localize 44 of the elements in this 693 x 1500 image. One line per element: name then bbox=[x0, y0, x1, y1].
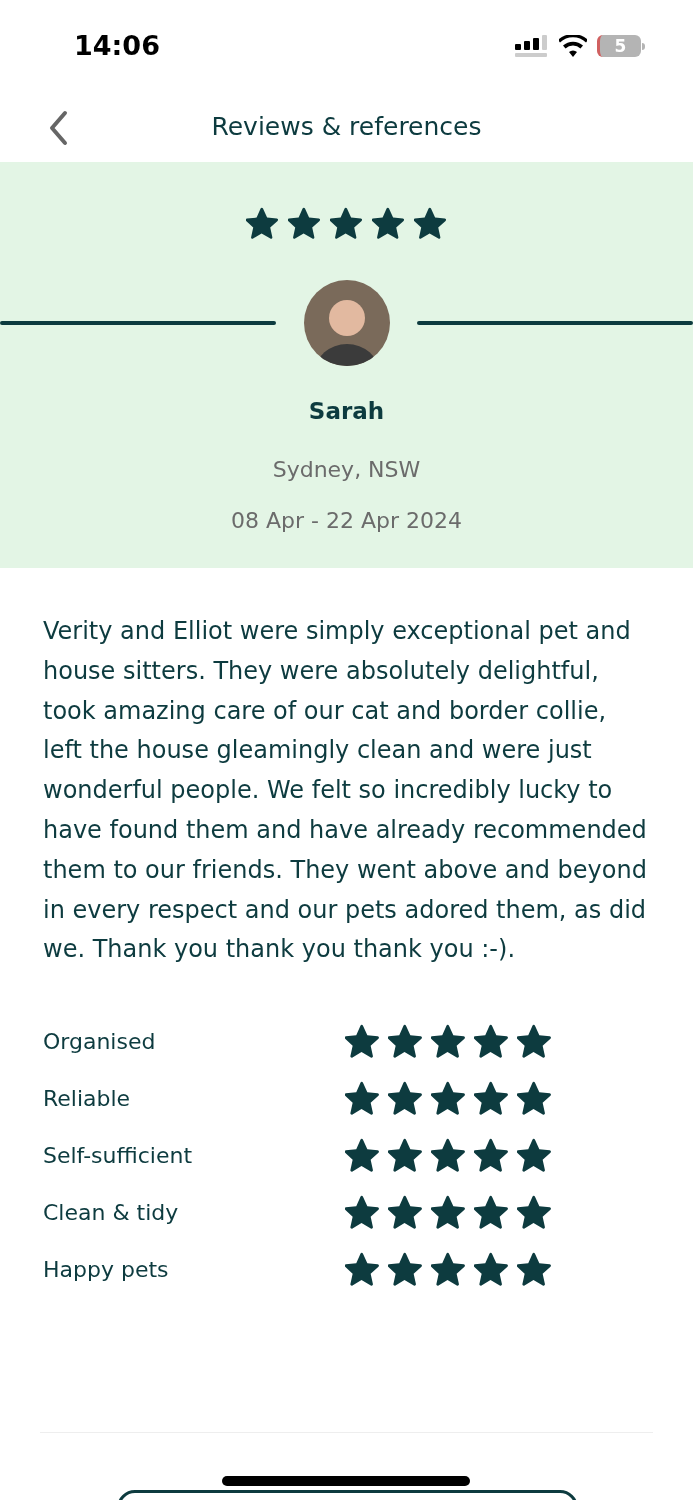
star-icon bbox=[474, 1194, 510, 1231]
star-icon bbox=[431, 1251, 467, 1288]
star-icon bbox=[388, 1137, 424, 1174]
star-icon bbox=[345, 1251, 381, 1288]
rating-label: Self-sufficient bbox=[43, 1141, 194, 1170]
star-icon bbox=[431, 1023, 467, 1060]
signal-icon bbox=[515, 35, 549, 57]
star-icon bbox=[517, 1251, 553, 1288]
star-icon bbox=[517, 1023, 553, 1060]
reviewer-name: Sarah bbox=[308, 397, 385, 426]
rating-label: Reliable bbox=[43, 1084, 132, 1113]
star-icon bbox=[329, 206, 364, 240]
star-icon bbox=[371, 206, 406, 240]
review-text: Verity and Elliot were simply exceptional pet and house sitters. They were absolutely delightful, took amazing care of our cat and border collie, left the house gleamingly clean and were just wonderful people. We felt so incredibly lucky to have found them and have already recommended them to our friends. They went above and beyond in every respect and our pets adored them, as did we. Thank you thank you thank you :-). bbox=[42, 616, 648, 966]
star-icon bbox=[388, 1080, 424, 1117]
star-icon bbox=[517, 1194, 553, 1231]
star-icon bbox=[287, 206, 322, 240]
star-icon bbox=[388, 1251, 424, 1288]
rating-label: Happy pets bbox=[43, 1255, 170, 1284]
star-icon bbox=[431, 1137, 467, 1174]
back-icon bbox=[47, 110, 69, 146]
star-icon bbox=[388, 1194, 424, 1231]
reviewer-location: Sydney, NSW bbox=[272, 455, 421, 484]
star-icon bbox=[431, 1080, 467, 1117]
star-icon bbox=[388, 1023, 424, 1060]
star-icon bbox=[431, 1194, 467, 1231]
star-icon bbox=[345, 1080, 381, 1117]
star-icon bbox=[474, 1137, 510, 1174]
status-time: 14:06 bbox=[74, 28, 160, 63]
star-icon bbox=[474, 1023, 510, 1060]
star-icon bbox=[517, 1137, 553, 1174]
star-icon bbox=[345, 1194, 381, 1231]
rating-label: Organised bbox=[43, 1027, 157, 1056]
page-title: Reviews & references bbox=[211, 111, 482, 144]
star-icon bbox=[245, 206, 280, 240]
stay-dates: 08 Apr - 22 Apr 2024 bbox=[231, 506, 462, 535]
star-icon bbox=[474, 1251, 510, 1288]
star-icon bbox=[345, 1137, 381, 1174]
star-icon bbox=[474, 1080, 510, 1117]
wifi-icon bbox=[559, 35, 587, 57]
rating-label: Clean & tidy bbox=[43, 1198, 180, 1227]
star-icon bbox=[345, 1023, 381, 1060]
star-icon bbox=[413, 206, 448, 240]
star-icon bbox=[517, 1080, 553, 1117]
